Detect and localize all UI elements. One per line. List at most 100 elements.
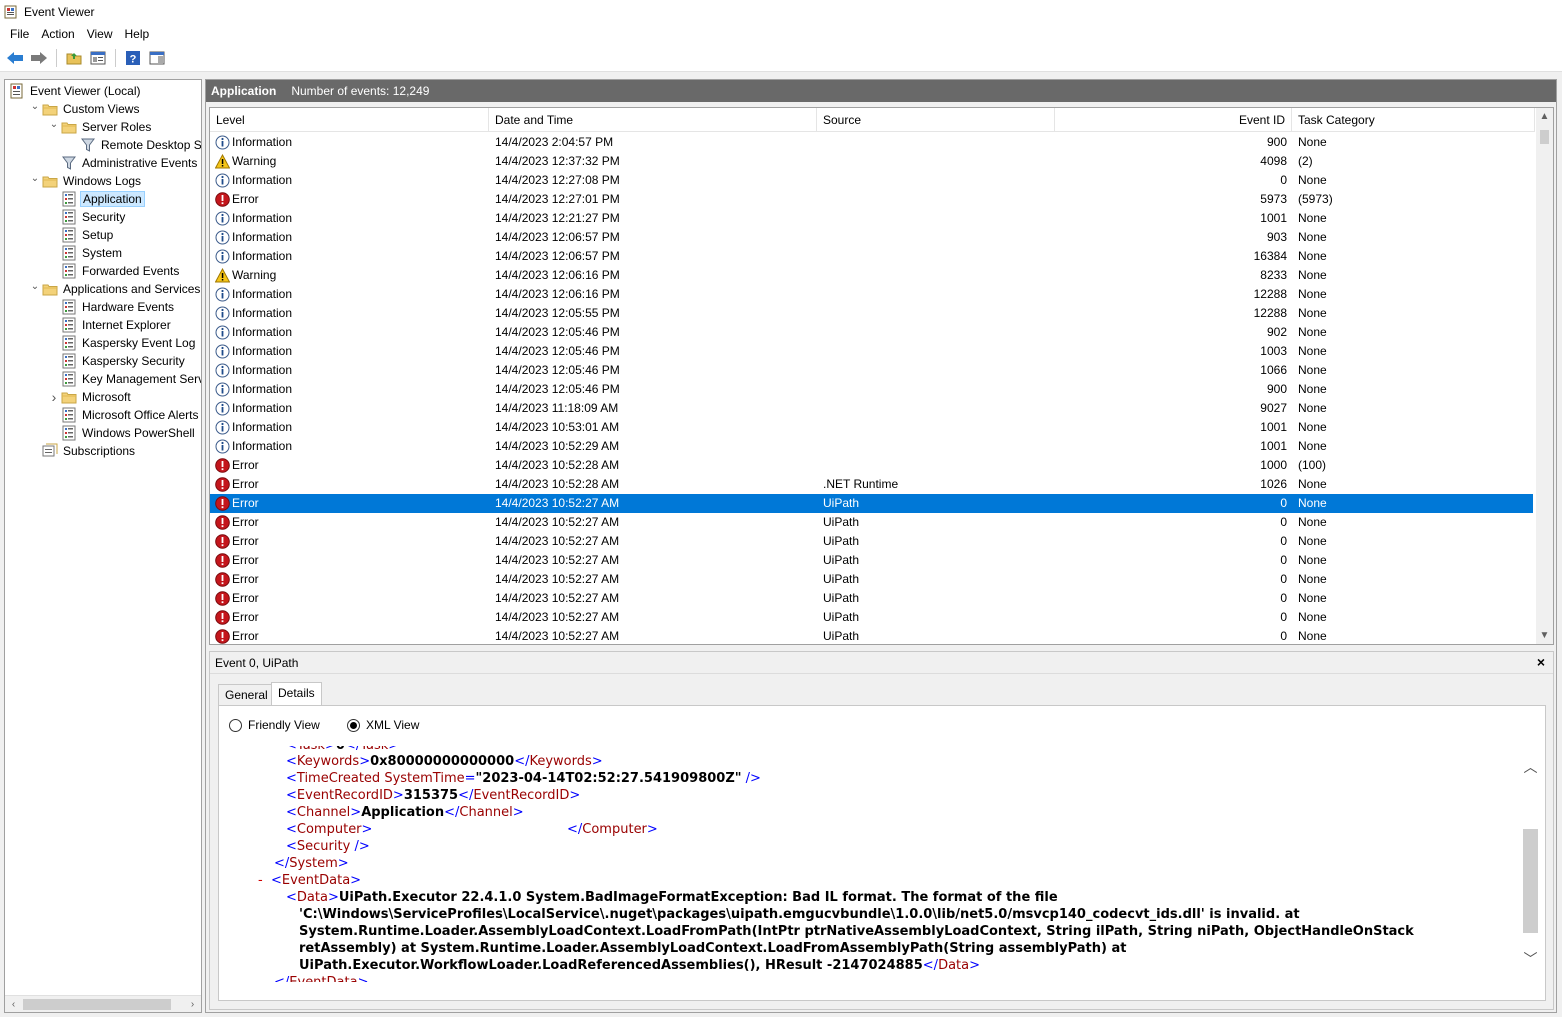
column-event-id[interactable]: Event ID — [1055, 108, 1292, 132]
scroll-down-icon[interactable]: ▼ — [1536, 627, 1553, 644]
event-row[interactable]: Information 14/4/2023 12:05:46 PM 1066 None — [210, 361, 1533, 380]
xml-scroll-thumb[interactable] — [1523, 829, 1538, 933]
tree-item-kaspersky-security[interactable]: Kaspersky Security — [47, 352, 187, 370]
event-row[interactable]: Error 14/4/2023 10:52:27 AM UiPath 0 None — [210, 513, 1533, 532]
scroll-up-icon[interactable]: ▲ — [1536, 108, 1553, 125]
chevron-down-icon[interactable]: ⌄ — [28, 280, 42, 294]
event-row[interactable]: Error 14/4/2023 10:52:27 AM UiPath 0 None — [210, 627, 1533, 644]
tree-item-windows-logs[interactable]: ⌄ Windows Logs — [28, 172, 143, 190]
folder-icon — [61, 119, 77, 135]
event-row[interactable]: Error 14/4/2023 10:52:28 AM .NET Runtime 10… — [210, 475, 1533, 494]
close-icon[interactable]: × — [1537, 654, 1545, 670]
help-button[interactable]: ? — [122, 47, 144, 69]
menu-action[interactable]: Action — [35, 27, 80, 41]
tree-item-application[interactable]: Application — [47, 190, 145, 208]
level-cell: Information — [232, 287, 293, 301]
event-row[interactable]: Error 14/4/2023 12:27:01 PM 5973 (5973) — [210, 190, 1533, 209]
tree-item-subscriptions[interactable]: Subscriptions — [28, 442, 137, 460]
xml-view[interactable]: <Task>0</Task> <Keywords>0x8000000000000… — [236, 746, 1511, 982]
chevron-left-icon[interactable]: ‹ — [5, 996, 22, 1012]
tree-item-label: Setup — [82, 228, 114, 242]
chevron-down-icon[interactable]: ﹀ — [1522, 950, 1539, 967]
menu-file[interactable]: File — [4, 27, 35, 41]
column-level[interactable]: Level — [210, 108, 489, 132]
chevron-down-icon[interactable]: ⌄ — [47, 118, 61, 132]
tree-item-microsoft[interactable]: › Microsoft — [47, 388, 133, 406]
tree-horizontal-scrollbar[interactable]: ‹ › — [5, 995, 201, 1012]
column-task-category[interactable]: Task Category — [1292, 108, 1535, 132]
event-row[interactable]: Error 14/4/2023 10:52:27 AM UiPath 0 None — [210, 608, 1533, 627]
event-id-cell: 1003 — [1260, 344, 1287, 358]
datetime-cell: 14/4/2023 12:27:08 PM — [495, 173, 620, 187]
source-cell — [823, 133, 1053, 152]
task-category-cell: None — [1298, 325, 1327, 339]
event-row[interactable]: Information 14/4/2023 12:21:27 PM 1001 None — [210, 209, 1533, 228]
tree-item-applications-and-services-lo[interactable]: ⌄ Applications and Services Lo — [28, 280, 201, 298]
tree-item-server-roles[interactable]: ⌄ Server Roles — [47, 118, 153, 136]
event-row[interactable]: Information 14/4/2023 10:52:29 AM 1001 None — [210, 437, 1533, 456]
tree-item-internet-explorer[interactable]: Internet Explorer — [47, 316, 173, 334]
tree-item-hardware-events[interactable]: Hardware Events — [47, 298, 176, 316]
tree-item-event-viewer-local[interactable]: Event Viewer (Local) — [9, 82, 143, 100]
event-row[interactable]: Information 14/4/2023 12:05:46 PM 902 None — [210, 323, 1533, 342]
menu-help[interactable]: Help — [119, 27, 156, 41]
event-row[interactable]: Information 14/4/2023 12:27:08 PM 0 None — [210, 171, 1533, 190]
tree-scroll-thumb[interactable] — [23, 999, 171, 1010]
event-row[interactable]: Error 14/4/2023 10:52:27 AM UiPath 0 None — [210, 551, 1533, 570]
back-button[interactable] — [4, 47, 26, 69]
back-arrow-icon — [7, 52, 23, 64]
show-hide-pane-button[interactable] — [146, 47, 168, 69]
event-row[interactable]: Error 14/4/2023 10:52:27 AM UiPath 0 None — [210, 532, 1533, 551]
event-row[interactable]: Information 14/4/2023 12:06:57 PM 903 None — [210, 228, 1533, 247]
column-datetime[interactable]: Date and Time — [489, 108, 817, 132]
event-row[interactable]: Information 14/4/2023 10:53:01 AM 1001 None — [210, 418, 1533, 437]
event-list-scrollbar[interactable]: ▲ ▼ — [1536, 108, 1553, 644]
chevron-down-icon[interactable]: ⌄ — [28, 100, 42, 114]
scroll-thumb[interactable] — [1540, 130, 1549, 144]
chevron-right-icon[interactable]: › — [184, 996, 201, 1012]
open-button[interactable] — [63, 47, 85, 69]
log-icon — [61, 425, 77, 441]
xml-scrollbar[interactable]: ︿ ﹀ — [1522, 746, 1539, 982]
event-row[interactable]: Information 14/4/2023 12:05:46 PM 900 None — [210, 380, 1533, 399]
event-row[interactable]: Information 14/4/2023 12:06:57 PM 16384 Non… — [210, 247, 1533, 266]
tree-item-microsoft-office-alerts[interactable]: Microsoft Office Alerts — [47, 406, 200, 424]
tab-general[interactable]: General — [218, 684, 275, 706]
chevron-up-icon[interactable]: ︿ — [1522, 758, 1539, 775]
column-source[interactable]: Source — [817, 108, 1055, 132]
event-row[interactable]: Information 14/4/2023 12:05:46 PM 1003 None — [210, 342, 1533, 361]
tree-item-system[interactable]: System — [47, 244, 124, 262]
tab-details[interactable]: Details — [271, 682, 322, 706]
friendly-view-radio[interactable]: Friendly View — [229, 718, 320, 732]
tree-item-setup[interactable]: Setup — [47, 226, 115, 244]
tree-item-security[interactable]: Security — [47, 208, 127, 226]
collapse-toggle[interactable]: - — [258, 873, 263, 888]
chevron-right-icon[interactable]: › — [47, 389, 61, 405]
tree-item-windows-powershell[interactable]: Windows PowerShell — [47, 424, 197, 442]
event-row[interactable]: Information 14/4/2023 12:05:55 PM 12288 Non… — [210, 304, 1533, 323]
tree-item-kaspersky-event-log[interactable]: Kaspersky Event Log — [47, 334, 197, 352]
tree-item-administrative-events[interactable]: Administrative Events — [47, 154, 199, 172]
menu-view[interactable]: View — [81, 27, 119, 41]
level-cell: Information — [232, 173, 293, 187]
tree-item-remote-desktop-serv[interactable]: Remote Desktop Serv — [66, 136, 201, 154]
event-row[interactable]: Error 14/4/2023 10:52:27 AM UiPath 0 None — [210, 589, 1533, 608]
tree-item-custom-views[interactable]: ⌄ Custom Views — [28, 100, 141, 118]
event-row[interactable]: Error 14/4/2023 10:52:28 AM 1000 (100) — [210, 456, 1533, 475]
event-row[interactable]: Error 14/4/2023 10:52:27 AM UiPath 0 None — [210, 494, 1533, 513]
event-row[interactable]: Information 14/4/2023 2:04:57 PM 900 None — [210, 133, 1533, 152]
subscriptions-icon — [42, 443, 58, 459]
tree-item-key-management-service[interactable]: Key Management Service — [47, 370, 201, 388]
properties-button[interactable] — [87, 47, 109, 69]
forward-button[interactable] — [28, 47, 50, 69]
event-row[interactable]: Warning 14/4/2023 12:06:16 PM 8233 None — [210, 266, 1533, 285]
tree-item-forwarded-events[interactable]: Forwarded Events — [47, 262, 181, 280]
event-row[interactable]: Information 14/4/2023 11:18:09 AM 9027 None — [210, 399, 1533, 418]
event-row[interactable]: Information 14/4/2023 12:06:16 PM 12288 Non… — [210, 285, 1533, 304]
chevron-down-icon[interactable]: ⌄ — [28, 172, 42, 186]
event-row[interactable]: Warning 14/4/2023 12:37:32 PM 4098 (2) — [210, 152, 1533, 171]
xml-view-radio[interactable]: XML View — [347, 718, 419, 732]
event-row[interactable]: Error 14/4/2023 10:52:27 AM UiPath 0 None — [210, 570, 1533, 589]
information-icon — [215, 173, 230, 188]
